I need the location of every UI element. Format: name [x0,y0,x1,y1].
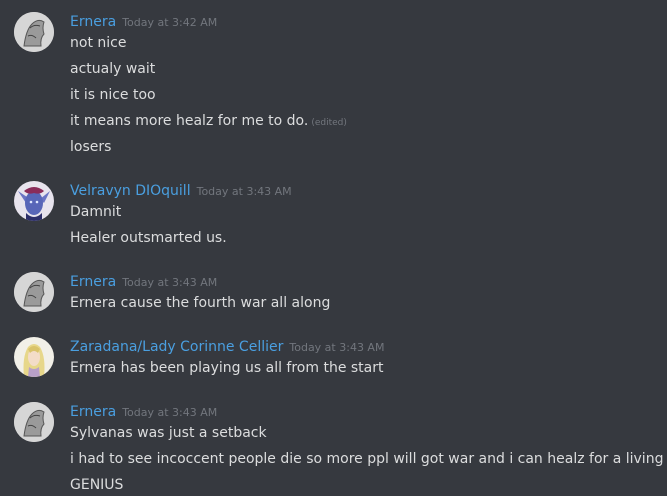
grey-sketch-avatar-icon[interactable] [14,402,54,442]
message-text: not nice [70,35,127,51]
edited-label: (edited) [311,118,347,128]
timestamp: Today at 3:43 AM [122,406,218,419]
message-text: i had to see incoccent people die so mor… [70,451,664,467]
message-text: Ernera cause the fourth war all along [70,295,331,311]
username[interactable]: Velravyn DIOquill [70,183,191,199]
blue-elf-avatar-icon[interactable] [14,181,54,221]
timestamp: Today at 3:43 AM [196,185,292,198]
message-header: Zaradana/Lady Corinne Cellier Today at 3:… [70,336,384,356]
timestamp: Today at 3:43 AM [122,276,218,289]
message-text: actualy wait [70,61,156,77]
message-header: Ernera Today at 3:43 AM [70,401,217,421]
message-header: Ernera Today at 3:43 AM [70,271,217,291]
username[interactable]: Ernera [70,14,116,30]
timestamp: Today at 3:42 AM [122,16,218,29]
username[interactable]: Ernera [70,404,116,420]
message-text: it is nice too [70,87,156,103]
message-line: it means more healz for me to do. (edited… [70,111,347,133]
grey-sketch-avatar-icon[interactable] [14,272,54,312]
message-text: Sylvanas was just a setback [70,425,267,441]
username[interactable]: Ernera [70,274,116,290]
message-header: Velravyn DIOquill Today at 3:43 AM [70,180,292,200]
message-text: Ernera has been playing us all from the … [70,360,384,376]
blonde-portrait-avatar-icon[interactable] [14,337,54,377]
timestamp: Today at 3:43 AM [289,341,385,354]
message-text: losers [70,139,112,155]
message-header: Ernera Today at 3:42 AM [70,11,217,31]
message-text: it means more healz for me to do. [70,113,309,129]
message-text: GENIUS [70,477,124,493]
username[interactable]: Zaradana/Lady Corinne Cellier [70,339,283,355]
message-text: Damnit [70,204,122,220]
message-text: Healer outsmarted us. [70,230,227,246]
grey-sketch-avatar-icon[interactable] [14,12,54,52]
